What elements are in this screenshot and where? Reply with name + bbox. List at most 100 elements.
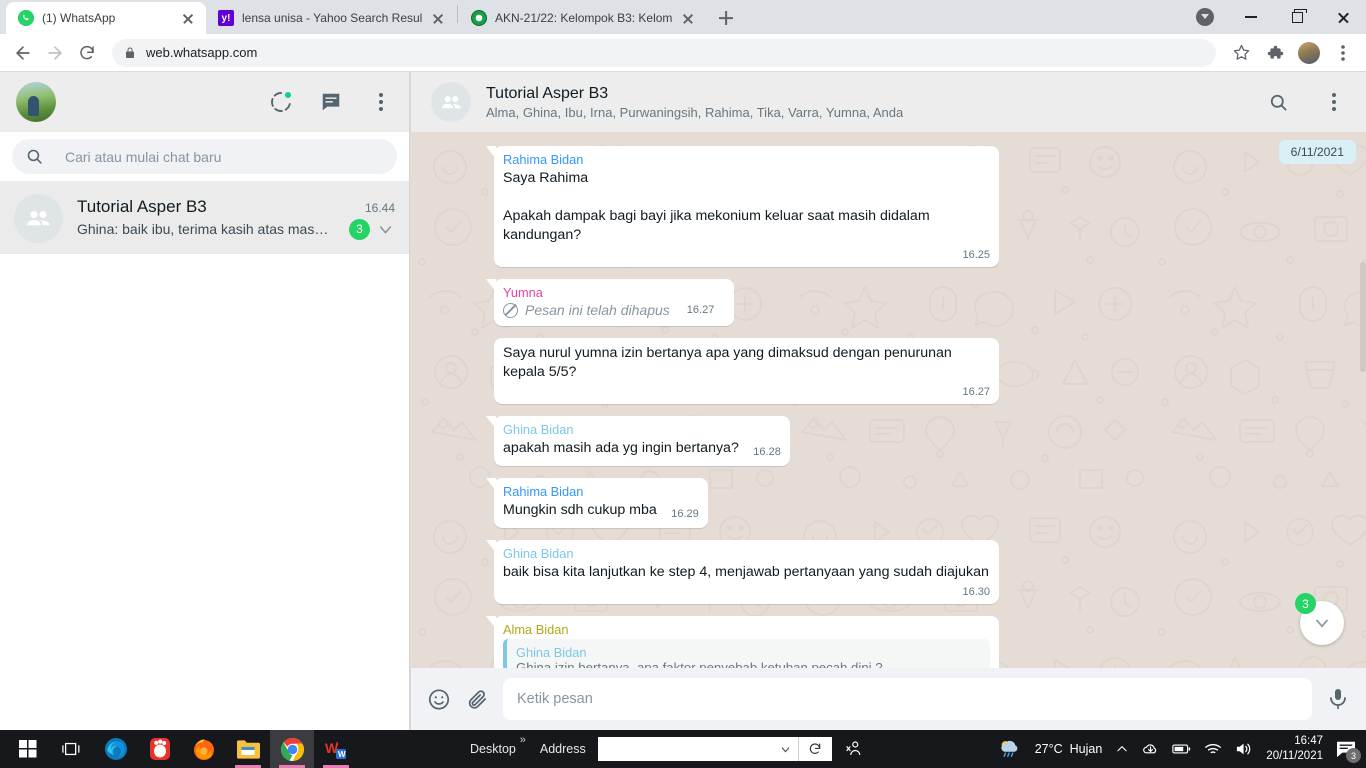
tab-title: (1) WhatsApp [42,11,116,25]
chat-header[interactable]: Tutorial Asper B3 Alma, Ghina, Ibu, Irna… [410,72,1366,132]
message-text: Pesan ini telah dihapus [525,302,670,318]
taskbar-app-edge-icon[interactable] [94,730,138,768]
message-bubble[interactable]: Rahima Bidan Saya Rahima Apakah dampak b… [494,146,999,267]
battery-icon[interactable] [1172,743,1191,755]
emoji-icon[interactable] [427,687,451,711]
message-sender: Ghina Bidan [503,546,574,561]
chat-item-indicators: 3 [349,218,395,240]
messages-container: Rahima Bidan Saya Rahima Apakah dampak b… [494,146,1306,668]
refresh-icon[interactable] [797,737,832,761]
message-body: apakah masih ada yg ingin bertanya? 16.2… [503,439,781,458]
search-icon [26,148,43,165]
desktop-label-text: Desktop [470,742,516,756]
status-circle-icon[interactable] [269,90,293,114]
star-icon[interactable] [1226,38,1256,68]
sidebar-action-icons [269,90,393,114]
message-composer: Ketik pesan [410,668,1366,730]
message-bubble[interactable]: Rahima Bidan Mungkin sdh cukup mba 16.29 [494,478,708,528]
search-placeholder: Cari atau mulai chat baru [65,148,222,165]
desktop-toolbar-label[interactable]: Desktop » [458,734,528,756]
forward-button[interactable] [40,38,70,68]
message-bubble[interactable]: Ghina Bidan baik bisa kita lanjutkan ke … [494,540,999,604]
quoted-sender: Ghina Bidan [516,645,587,660]
taskbar-app-gom-player-icon[interactable] [138,730,182,768]
message-time: 16.25 [962,249,990,261]
tab-title: AKN-21/22: Kelompok B3: Kelom [495,11,673,25]
taskbar-clock[interactable]: 16:47 20/11/2021 [1266,734,1323,764]
message-sender: Alma Bidan [503,622,569,637]
taskbar-app-chrome-icon[interactable] [270,730,314,768]
menu-dots-icon[interactable] [369,90,393,114]
url-text: web.whatsapp.com [146,45,258,60]
onedrive-icon[interactable] [1142,742,1159,757]
windows-start-icon[interactable] [6,730,50,768]
chevron-up-icon[interactable] [1115,742,1129,756]
chevron-down-icon[interactable] [376,220,395,239]
chevron-right-icon[interactable]: » [520,734,526,746]
back-button[interactable] [8,38,38,68]
profile-avatar[interactable] [1294,38,1324,68]
taskbar-address-input[interactable] [597,737,798,761]
browser-tab-yahoo[interactable]: y! lensa unisa - Yahoo Search Result [206,2,456,34]
task-view-icon[interactable] [50,730,94,768]
reload-button[interactable] [72,38,102,68]
microphone-icon[interactable] [1326,687,1350,711]
chevron-down-icon[interactable] [779,743,792,756]
taskbar-app-file-explorer-icon[interactable] [226,730,270,768]
chat-sidebar: Cari atau mulai chat baru Tutorial Asper… [0,72,410,730]
quoted-message[interactable]: Ghina Bidan Ghina izin bertanya, apa fak… [503,639,990,668]
chrome-browser-window: (1) WhatsApp y! lensa unisa - Yahoo Sear… [0,0,1366,730]
tab-close-icon[interactable] [180,10,196,26]
yahoo-favicon-icon: y! [218,10,234,26]
tab-close-icon[interactable] [430,10,446,26]
message-placeholder: Ketik pesan [517,691,593,707]
rain-cloud-icon[interactable] [998,739,1022,759]
puzzle-icon[interactable] [1260,38,1290,68]
address-toolbar-label: Address [539,742,586,756]
message-body: Mungkin sdh cukup mba 16.29 [503,501,699,520]
close-button[interactable] [1320,0,1366,34]
address-bar[interactable]: web.whatsapp.com [112,38,1216,67]
message-text: Saya nurul yumna izin bertanya apa yang … [503,345,956,380]
minimize-button[interactable] [1228,0,1274,34]
message-sender: Rahima Bidan [503,152,584,167]
scroll-unread-badge: 3 [1295,593,1316,614]
message-time: 16.29 [671,508,699,520]
search-input[interactable]: Cari atau mulai chat baru [12,139,397,174]
wifi-icon[interactable] [1204,742,1222,756]
weather-condition: Hujan [1069,742,1103,756]
new-chat-icon[interactable] [319,90,343,114]
new-tab-button[interactable] [712,4,740,32]
message-bubble-deleted[interactable]: Yumna Pesan ini telah dihapus 16.27 [494,279,734,326]
group-avatar[interactable] [431,82,471,122]
chat-list-item-tutorial-asper-b3[interactable]: Tutorial Asper B3 16.44 Ghina: baik ibu,… [0,182,409,254]
taskbar-app-wps-office-icon[interactable]: W / W [314,730,358,768]
chrome-update-button[interactable] [1182,0,1228,34]
weather-temperature: 27°C [1034,742,1063,756]
message-bubble-quoted[interactable]: Alma Bidan Ghina Bidan Ghina izin bertan… [494,616,999,668]
search-icon[interactable] [1266,90,1290,114]
volume-icon[interactable] [1235,741,1253,757]
taskbar-app-firefox-icon[interactable] [182,730,226,768]
menu-dots-icon[interactable] [1322,90,1346,114]
notification-center-icon[interactable]: 3 [1336,740,1361,763]
browser-menu-icon[interactable] [1328,38,1358,68]
system-tray: 27°C Hujan 16:47 20/11/2021 3 [998,734,1361,764]
message-bubble[interactable]: Ghina Bidan apakah masih ada yg ingin be… [494,416,790,466]
message-input[interactable]: Ketik pesan [503,678,1312,720]
message-text: baik bisa kita lanjutkan ke step 4, menj… [503,564,989,580]
people-icon[interactable] [832,740,874,758]
message-text: Mungkin sdh cukup mba [503,502,657,518]
chat-panel: Tutorial Asper B3 Alma, Ghina, Ibu, Irna… [410,72,1366,730]
tab-close-icon[interactable] [680,10,696,26]
chat-scrollbar[interactable] [1360,262,1366,372]
user-avatar[interactable] [16,82,56,122]
browser-tab-whatsapp[interactable]: (1) WhatsApp [6,2,206,34]
browser-tab-akn[interactable]: AKN-21/22: Kelompok B3: Kelom [459,2,706,34]
taskbar-toolbars: Desktop » Address [458,734,874,761]
paperclip-icon[interactable] [465,687,489,711]
message-bubble[interactable]: Saya nurul yumna izin bertanya apa yang … [494,338,999,404]
chat-title: Tutorial Asper B3 [486,84,609,102]
maximize-button[interactable] [1274,0,1320,34]
tab-strip: (1) WhatsApp y! lensa unisa - Yahoo Sear… [0,0,1366,34]
